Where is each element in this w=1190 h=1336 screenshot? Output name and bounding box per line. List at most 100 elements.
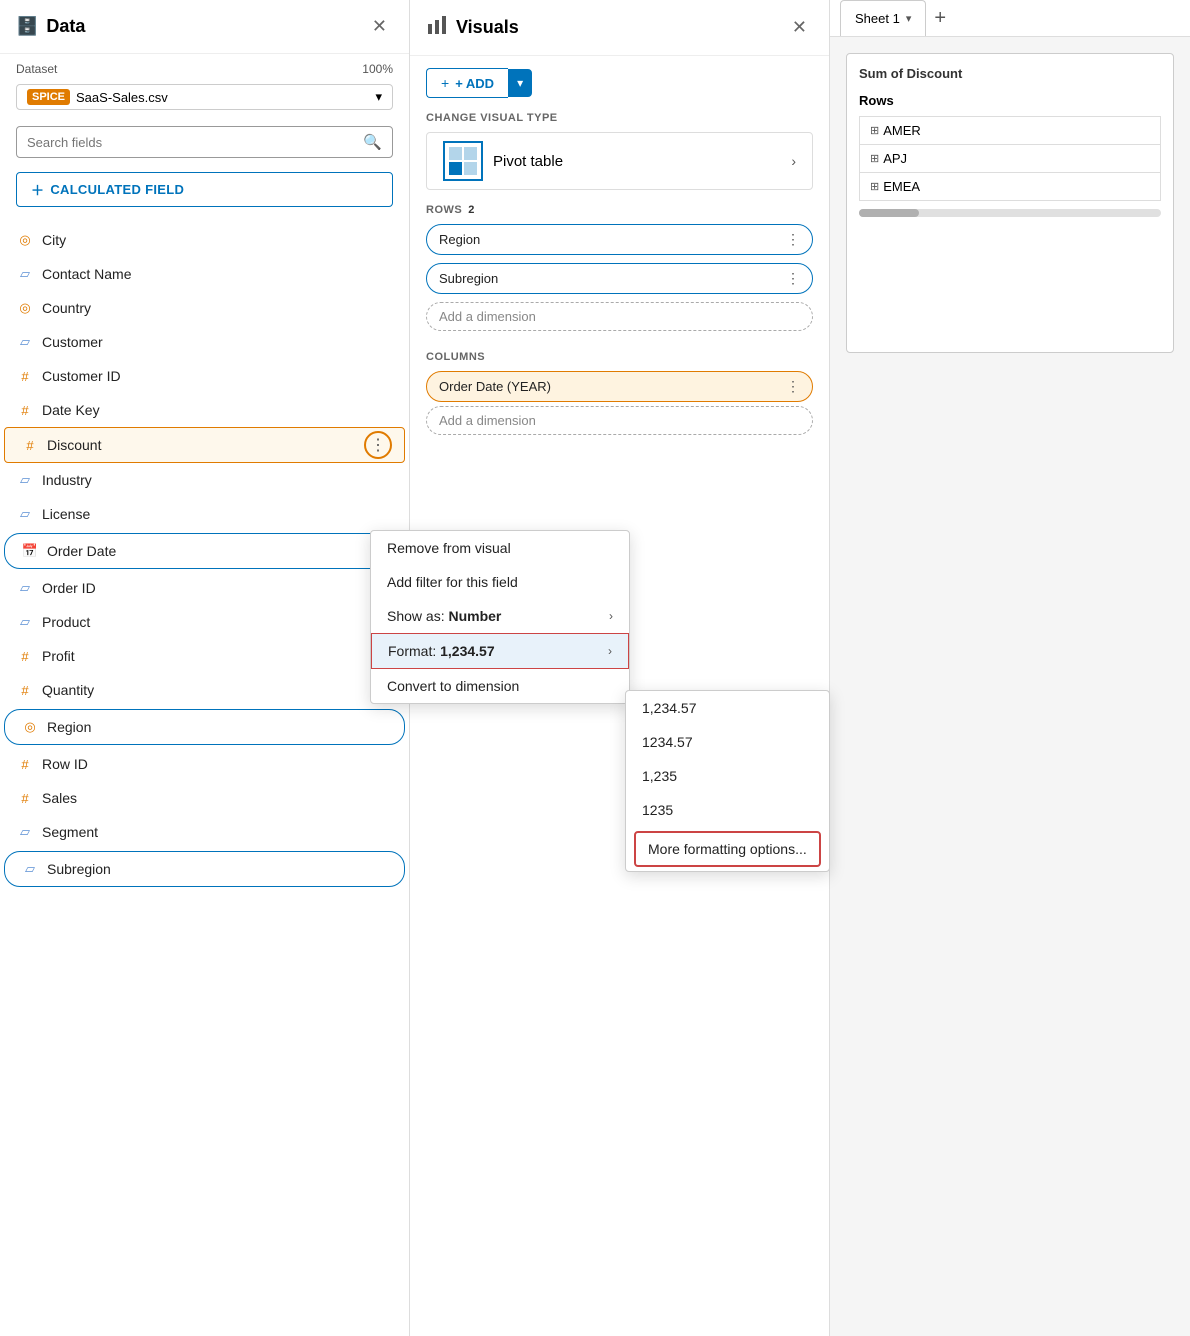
add-dimension-chip[interactable]: Add a dimension: [426, 302, 813, 331]
more-formatting-options-button[interactable]: More formatting options...: [634, 831, 821, 867]
dataset-selector[interactable]: SPICE SaaS-Sales.csv ▾: [16, 84, 393, 110]
format-option-123457[interactable]: 1234.57: [626, 725, 829, 759]
field-item-license[interactable]: ▱ License: [0, 497, 409, 531]
horizontal-scrollbar[interactable]: [859, 209, 1161, 217]
table-row: ⊞ AMER: [860, 117, 1161, 145]
field-item-subregion[interactable]: ▱ Subregion: [4, 851, 405, 887]
hash-icon: #: [16, 647, 34, 665]
field-item-product[interactable]: ▱ Product: [0, 605, 409, 639]
data-panel-close-button[interactable]: ✕: [366, 14, 393, 39]
context-menu-item-convert[interactable]: Convert to dimension: [371, 669, 629, 703]
expand-icon[interactable]: ⊞: [870, 180, 879, 193]
context-menu-item-format[interactable]: Format: 1,234.57 ›: [371, 633, 629, 669]
field-item-date-key[interactable]: # Date Key: [0, 393, 409, 427]
field-item-quantity[interactable]: # Quantity: [0, 673, 409, 707]
field-item-discount[interactable]: # Discount ⋮: [4, 427, 405, 463]
field-item-region[interactable]: ◎ Region: [4, 709, 405, 745]
hash-icon: #: [16, 681, 34, 699]
hash-icon: #: [21, 436, 39, 454]
spice-badge: SPICE: [27, 89, 70, 105]
sheet-tab-1[interactable]: Sheet 1 ▾: [840, 0, 926, 36]
field-item-profit[interactable]: # Profit: [0, 639, 409, 673]
add-button[interactable]: + + ADD: [426, 68, 508, 98]
add-column-placeholder: Add a dimension: [439, 413, 536, 428]
chevron-right-icon: ›: [608, 644, 612, 658]
field-name-customer: Customer: [42, 334, 103, 350]
field-name-license: License: [42, 506, 90, 522]
row-field-name-region: Region: [439, 232, 480, 247]
sheet-panel: Sheet 1 ▾ + Sum of Discount Rows ⊞ AMER: [830, 0, 1190, 1336]
field-name-row-id: Row ID: [42, 756, 88, 772]
field-name-industry: Industry: [42, 472, 92, 488]
format-option-1234-57[interactable]: 1,234.57: [626, 691, 829, 725]
table-row: ⊞ APJ: [860, 145, 1161, 173]
visual-type-chevron-icon: ›: [791, 153, 796, 169]
pivot-table: ⊞ AMER ⊞ APJ: [859, 116, 1161, 201]
expand-icon[interactable]: ⊞: [870, 152, 879, 165]
search-input[interactable]: [27, 135, 363, 150]
field-name-sales: Sales: [42, 790, 77, 806]
field-chip-options-icon[interactable]: ⋮: [786, 378, 800, 395]
field-item-customer[interactable]: ▱ Customer: [0, 325, 409, 359]
add-dropdown-button[interactable]: ▾: [508, 69, 532, 97]
context-menu-item-remove[interactable]: Remove from visual: [371, 531, 629, 565]
field-options-button-discount[interactable]: ⋮: [364, 431, 392, 459]
field-item-customer-id[interactable]: # Customer ID: [0, 359, 409, 393]
row-field-chip-region[interactable]: Region ⋮: [426, 224, 813, 255]
field-name-segment: Segment: [42, 824, 98, 840]
pivot-table-icon: [443, 141, 483, 181]
visual-type-selector[interactable]: Pivot table ›: [426, 132, 813, 190]
data-panel: 🗄️ Data ✕ Dataset 100% SPICE SaaS-Sales.…: [0, 0, 410, 1336]
dimension-icon: ▱: [16, 471, 34, 489]
format-option-1235-no-comma[interactable]: 1235: [626, 793, 829, 827]
search-row: 🔍: [0, 118, 409, 166]
dimension-icon: ▱: [21, 860, 39, 878]
dataset-dropdown-icon: ▾: [375, 89, 382, 105]
context-menu-item-add-filter[interactable]: Add filter for this field: [371, 565, 629, 599]
dataset-row: Dataset 100%: [0, 54, 409, 84]
context-menu-item-convert-label: Convert to dimension: [387, 678, 519, 694]
field-name-country: Country: [42, 300, 91, 316]
column-field-chip-order-date[interactable]: Order Date (YEAR) ⋮: [426, 371, 813, 402]
field-item-city[interactable]: ◎ City: [0, 223, 409, 257]
add-column-dimension-chip[interactable]: Add a dimension: [426, 406, 813, 435]
visuals-title: Visuals: [426, 14, 519, 41]
location-icon: ◎: [21, 718, 39, 736]
calculated-field-button[interactable]: ＋ CALCULATED FIELD: [16, 172, 393, 207]
field-name-customer-id: Customer ID: [42, 368, 121, 384]
field-item-segment[interactable]: ▱ Segment: [0, 815, 409, 849]
context-menu: Remove from visual Add filter for this f…: [370, 530, 630, 704]
format-option-label: 1234.57: [642, 734, 693, 750]
format-submenu: 1,234.57 1234.57 1,235 1235 More formatt…: [625, 690, 830, 872]
search-box: 🔍: [16, 126, 393, 158]
field-item-order-id[interactable]: ▱ Order ID: [0, 571, 409, 605]
hash-icon: #: [16, 755, 34, 773]
field-chip-options-icon[interactable]: ⋮: [786, 270, 800, 287]
hash-icon: #: [16, 367, 34, 385]
field-name-contact-name: Contact Name: [42, 266, 131, 282]
row-field-chip-subregion[interactable]: Subregion ⋮: [426, 263, 813, 294]
database-icon: 🗄️: [16, 16, 38, 37]
visual-type-name: Pivot table: [493, 153, 563, 170]
context-menu-item-show-as[interactable]: Show as: Number ›: [371, 599, 629, 633]
expand-icon[interactable]: ⊞: [870, 124, 879, 137]
field-name-date-key: Date Key: [42, 402, 100, 418]
column-field-name-order-date: Order Date (YEAR): [439, 379, 551, 394]
field-item-sales[interactable]: # Sales: [0, 781, 409, 815]
field-item-contact-name[interactable]: ▱ Contact Name: [0, 257, 409, 291]
more-formatting-options-label: More formatting options...: [648, 841, 807, 857]
table-row: ⊞ EMEA: [860, 173, 1161, 201]
data-panel-title: 🗄️ Data: [16, 16, 85, 37]
format-option-label: 1,234.57: [642, 700, 697, 716]
field-item-order-date[interactable]: 📅 Order Date: [4, 533, 405, 569]
field-chip-options-icon[interactable]: ⋮: [786, 231, 800, 248]
scrollbar-thumb[interactable]: [859, 209, 919, 217]
add-sheet-button[interactable]: +: [928, 1, 952, 36]
dataset-percent: 100%: [362, 62, 393, 76]
field-item-country[interactable]: ◎ Country: [0, 291, 409, 325]
field-item-industry[interactable]: ▱ Industry: [0, 463, 409, 497]
bar-chart-icon: [426, 14, 448, 41]
field-item-row-id[interactable]: # Row ID: [0, 747, 409, 781]
format-option-1235[interactable]: 1,235: [626, 759, 829, 793]
visuals-panel-close-button[interactable]: ✕: [786, 15, 813, 40]
